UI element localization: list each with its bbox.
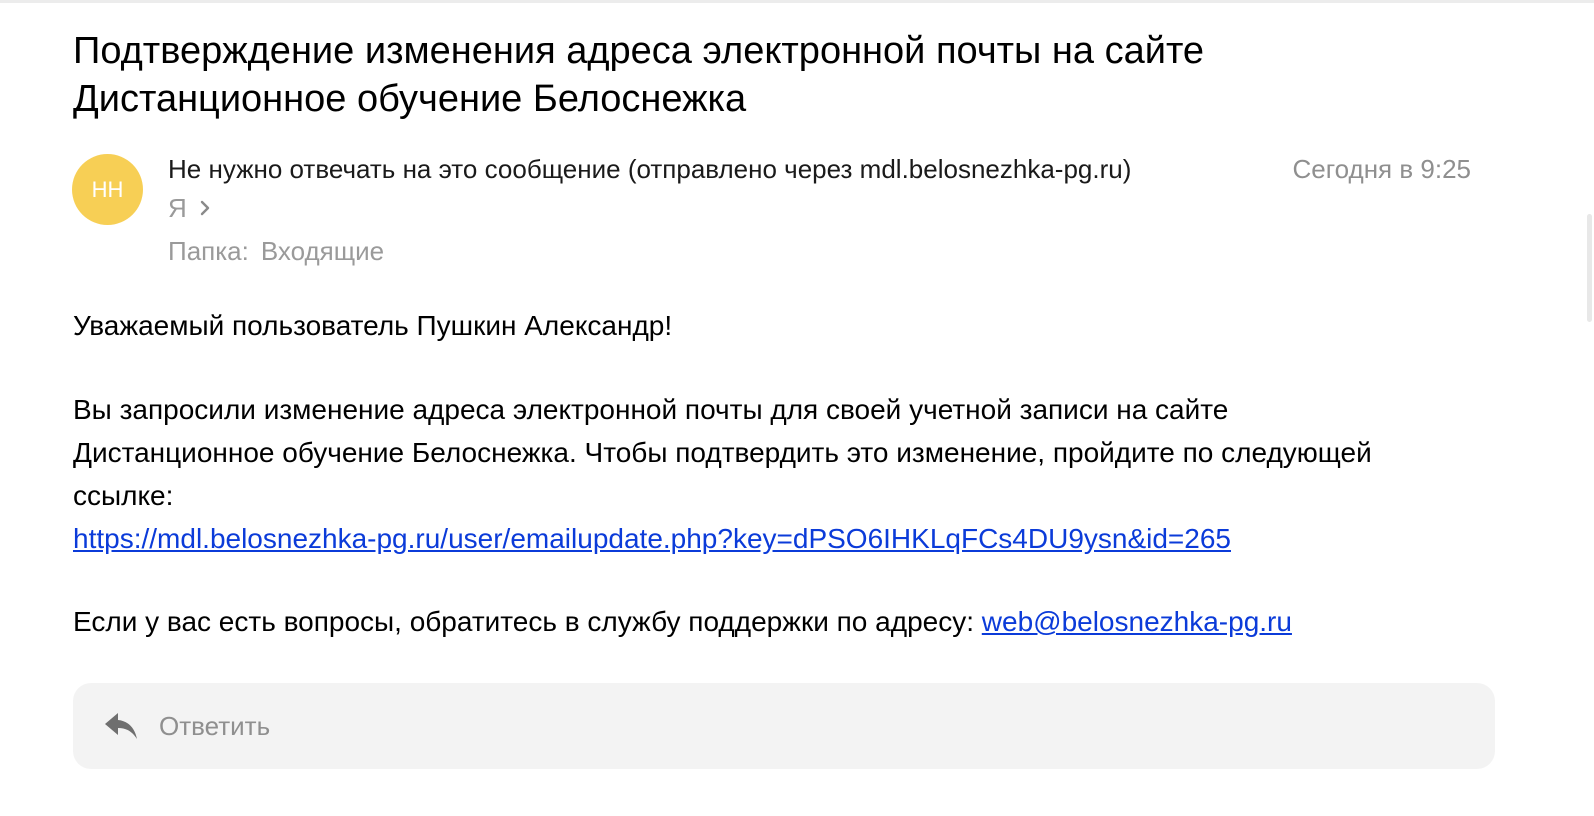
recipient-toggle[interactable]: Я (168, 192, 213, 224)
sender-name[interactable]: Не нужно отвечать на это сообщение (отпр… (168, 153, 1131, 185)
email-subject: Подтверждение изменения адреса электронн… (73, 30, 1205, 120)
support-line: Если у вас есть вопросы, обратитесь в сл… (73, 600, 1292, 643)
message-date: Сегодня в 9:25 (1292, 154, 1471, 184)
folder-label: Папка: (168, 236, 249, 266)
paragraph-text: Вы запросили изменение адреса электронно… (73, 394, 1372, 511)
scrollbar[interactable] (1587, 214, 1592, 322)
email-paragraph: Вы запросили изменение адреса электронно… (73, 388, 1413, 560)
chevron-right-icon (200, 200, 209, 216)
recipient-name: Я (168, 193, 187, 223)
email-view: Подтверждение изменения адреса электронн… (0, 0, 1594, 816)
sender-avatar[interactable]: НН (72, 154, 143, 225)
reply-label: Ответить (159, 710, 271, 741)
folder-info: Папка: Входящие (168, 235, 384, 267)
reply-arrow-icon (105, 713, 137, 739)
folder-link[interactable]: Входящие (261, 236, 384, 266)
top-divider (0, 0, 1594, 3)
email-greeting: Уважаемый пользователь Пушкин Александр! (73, 310, 673, 341)
support-text: Если у вас есть вопросы, обратитесь в сл… (73, 606, 974, 637)
reply-button[interactable]: Ответить (73, 683, 1495, 769)
confirm-email-link[interactable]: https://mdl.belosnezhka-pg.ru/user/email… (73, 523, 1231, 554)
support-email-link[interactable]: web@belosnezhka-pg.ru (982, 606, 1292, 637)
